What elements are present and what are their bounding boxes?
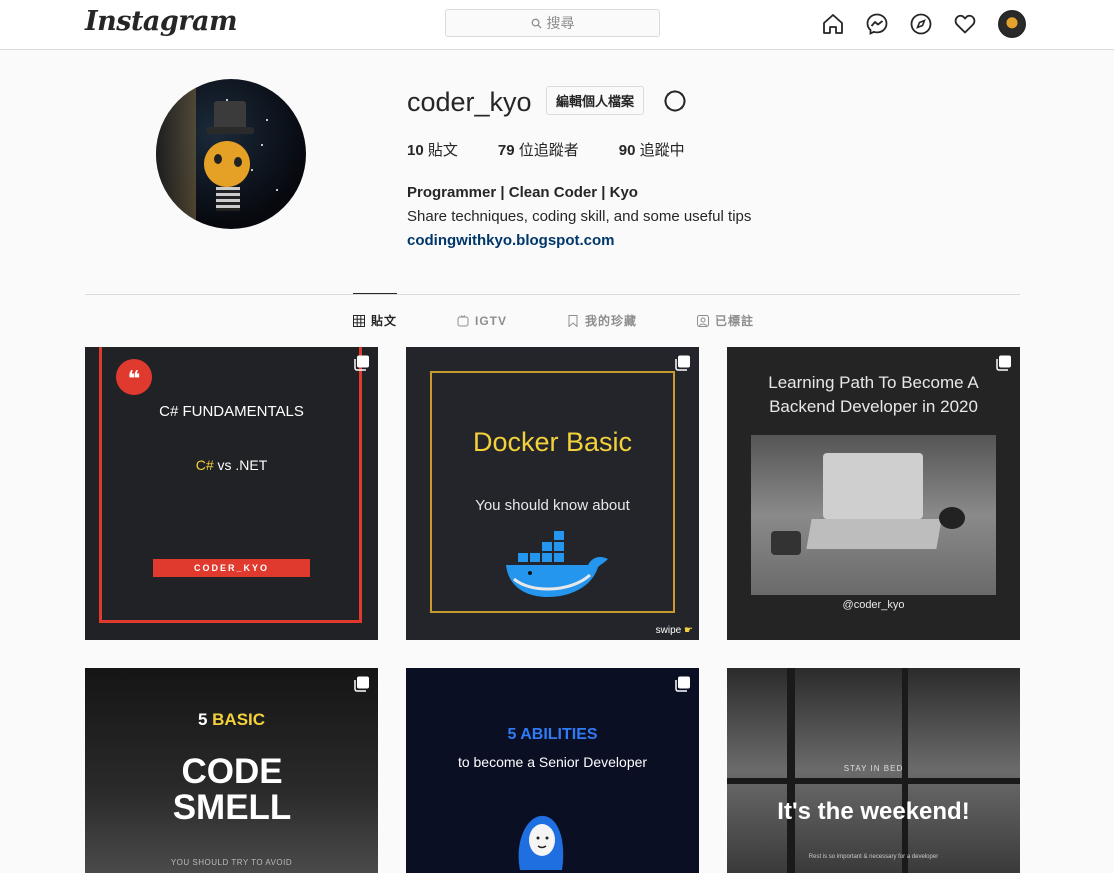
bio-text: Share techniques, coding skill, and some… [407,208,752,225]
post-subtitle: to become a Senior Developer [457,754,648,770]
instagram-logo[interactable]: Instagram [85,6,238,37]
profile-avatar[interactable] [998,10,1026,38]
multiple-images-icon [675,676,690,692]
post-title: 5 BASIC [197,710,266,729]
post-subtitle: You should know about [475,497,630,514]
developer-illustration [518,815,564,870]
laptop-photo [751,435,996,595]
post-caption: Rest is so important & necessary for a d… [808,854,939,860]
settings-gear-icon[interactable] [662,88,688,114]
multiple-images-icon [354,355,369,371]
post-title: C# FUNDAMENTALS [159,403,304,420]
profile-bio: Programmer | Clean Coder | Kyo Share tec… [407,181,751,253]
explore-icon[interactable] [908,11,934,37]
post-tile[interactable]: STAY IN BED It's the weekend! Rest is so… [727,668,1020,873]
post-title: Docker Basic [472,427,633,457]
post-tile[interactable]: Docker Basic You should know about swipe… [406,347,699,640]
post-big-text: CODE SMELL [172,752,292,827]
search-input[interactable]: 搜尋 [445,9,660,37]
tagged-icon [697,314,710,327]
edit-profile-button[interactable]: 編輯個人檔案 [546,86,645,115]
search-placeholder: 搜尋 [546,15,575,31]
profile-tabs: 貼文 IGTV 我的珍藏 已標註 [353,293,754,347]
quote-icon: ❝ [116,359,152,395]
followers-stat[interactable]: 79 位追蹤者 [498,139,579,160]
igtv-icon [457,314,469,326]
profile-picture[interactable] [156,79,306,229]
following-stat[interactable]: 90 追蹤中 [619,139,685,160]
post-small-text: STAY IN BED [843,764,904,773]
profile-stats: 10 貼文 79 位追蹤者 90 追蹤中 [407,139,685,160]
post-title: It's the weekend! [777,798,970,825]
bookmark-icon [568,314,578,327]
multiple-images-icon [996,355,1011,371]
multiple-images-icon [675,355,690,371]
home-icon[interactable] [820,11,846,37]
top-navigation: Instagram 搜尋 [0,0,1114,50]
post-small-text: YOU SHOULD TRY TO AVOID [170,858,293,867]
multiple-images-icon [354,676,369,692]
post-tile[interactable]: 5 ABILITIES to become a Senior Developer [406,668,699,873]
search-icon [531,18,542,29]
bio-link[interactable]: codingwithkyo.blogspot.com [407,229,751,253]
bio-name: Programmer | Clean Coder | Kyo [407,184,638,201]
posts-stat: 10 貼文 [407,142,458,159]
grid-icon [353,314,365,327]
tab-saved[interactable]: 我的珍藏 [567,293,637,347]
messenger-icon[interactable] [864,11,890,37]
post-tile[interactable]: 5 BASIC CODE SMELL YOU SHOULD TRY TO AVO… [85,668,378,873]
post-title: 5 ABILITIES [507,726,598,743]
heart-icon[interactable] [952,11,978,37]
docker-whale-icon [506,531,608,597]
post-tag: CODER_KYO [153,559,310,577]
profile-username: coder_kyo [407,87,532,117]
tab-igtv[interactable]: IGTV [457,293,507,347]
swipe-hint: swipe ☛ [655,625,693,636]
post-tile[interactable]: Learning Path To Become A Backend Develo… [727,347,1020,640]
post-title: Learning Path To Become A Backend Develo… [768,373,979,416]
post-subtitle: C# vs .NET [195,457,268,473]
post-tag: @coder_kyo [842,599,905,611]
tab-tagged[interactable]: 已標註 [697,293,754,347]
post-tile[interactable]: ❝ C# FUNDAMENTALS C# vs .NET CODER_KYO [85,347,378,640]
tab-posts[interactable]: 貼文 [353,293,398,347]
